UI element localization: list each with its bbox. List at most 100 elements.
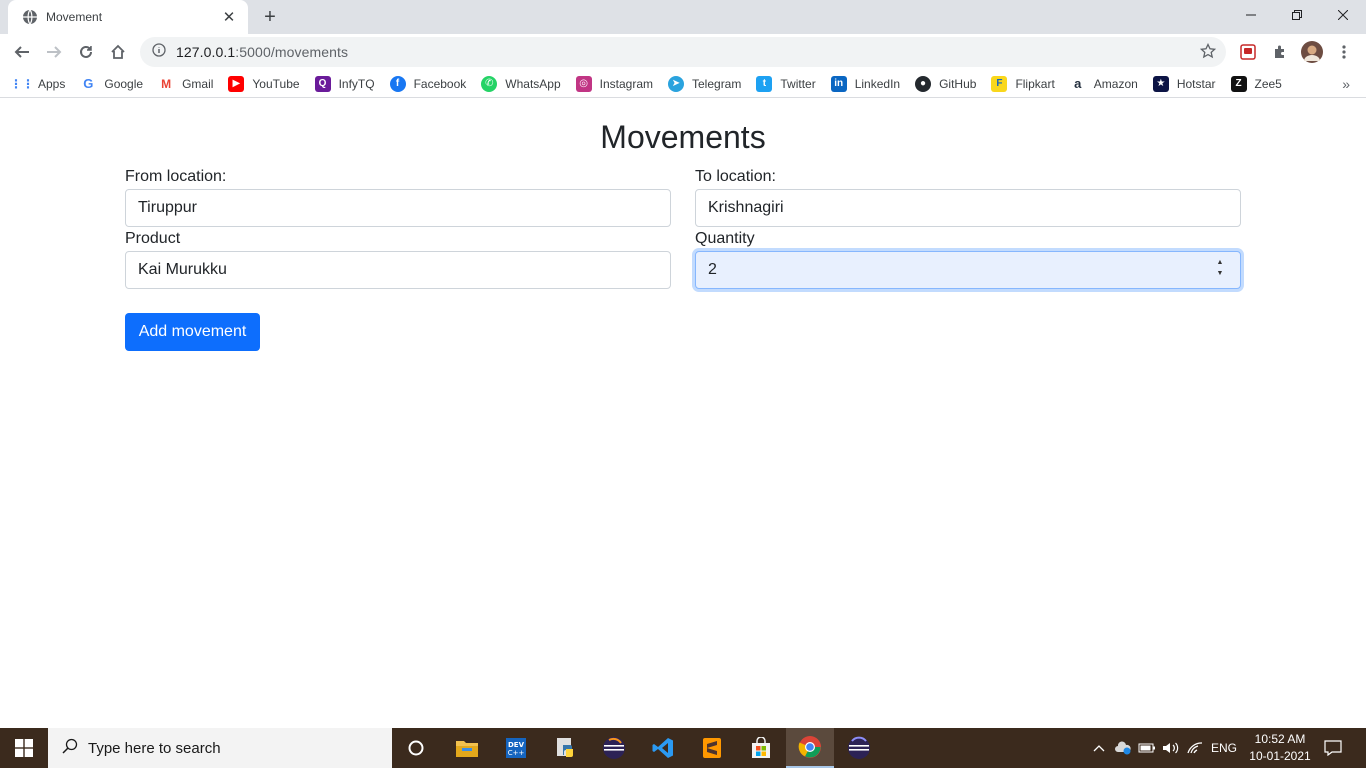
onedrive-sync-icon[interactable] (1112, 728, 1134, 768)
url-path: :5000/movements (235, 44, 349, 60)
menu-kebab-icon[interactable] (1332, 40, 1356, 64)
bookmark-label: Twitter (780, 76, 816, 91)
bookmark-google[interactable]: G Google (80, 76, 143, 92)
system-clock[interactable]: 10:52 AM 10-01-2021 (1240, 731, 1320, 765)
bookmarks-overflow-icon[interactable]: » (1342, 76, 1350, 92)
microsoft-store-icon[interactable] (737, 728, 785, 768)
home-icon[interactable] (104, 38, 132, 66)
bookmark-youtube[interactable]: ▶ YouTube (228, 75, 300, 92)
svg-text:C++: C++ (508, 749, 525, 757)
restore-button[interactable] (1274, 0, 1320, 30)
add-movement-button[interactable]: Add movement (125, 313, 260, 351)
bookmark-amazon[interactable]: a Amazon (1070, 76, 1138, 92)
pocket-extension-icon[interactable] (1236, 40, 1260, 64)
apps-grid-icon: ⋮⋮ (10, 76, 34, 91)
bookmark-label: Apps (38, 76, 66, 91)
bookmark-gmail[interactable]: M Gmail (158, 76, 213, 92)
python-idle-icon[interactable] (541, 728, 589, 768)
bookmark-label: LinkedIn (854, 76, 901, 91)
volume-icon[interactable] (1160, 728, 1182, 768)
tab-title: Movement (46, 10, 103, 24)
cortana-icon[interactable] (392, 728, 440, 768)
bookmark-label: Hotstar (1176, 76, 1216, 91)
bookmark-hotstar[interactable]: ★ Hotstar (1152, 75, 1216, 92)
instagram-icon: ◎ (575, 75, 592, 92)
windows-start-icon[interactable] (0, 728, 48, 768)
vscode-icon[interactable] (639, 728, 687, 768)
quantity-stepper[interactable]: ▲ ▼ (1215, 259, 1225, 277)
bookmark-flipkart[interactable]: F Flipkart (991, 75, 1055, 92)
globe-icon (22, 9, 38, 25)
wifi-icon[interactable] (1184, 728, 1206, 768)
bookmark-label: Facebook (413, 76, 467, 91)
infytq-icon: Q (314, 75, 331, 92)
clock-time: 10:52 AM (1254, 732, 1306, 746)
bookmark-label: GitHub (939, 76, 977, 91)
browser-tab[interactable]: Movement ✕ (8, 0, 248, 34)
bookmark-instagram[interactable]: ◎ Instagram (575, 75, 653, 92)
telegram-icon: ➤ (668, 75, 684, 92)
bookmark-github[interactable]: ● GitHub (915, 75, 977, 92)
whatsapp-icon: ✆ (481, 75, 498, 92)
from-location-label: From location: (125, 168, 227, 185)
github-icon: ● (915, 75, 932, 92)
spin-up-icon[interactable]: ▲ (1217, 259, 1224, 266)
bookmark-label: Google (104, 76, 144, 91)
to-location-group: To location: (695, 167, 1241, 227)
bookmark-label: Amazon (1093, 76, 1138, 91)
back-arrow-icon[interactable] (8, 38, 36, 66)
bookmark-facebook[interactable]: f Facebook (389, 75, 467, 92)
google-icon: G (83, 76, 94, 91)
bookmark-infytq[interactable]: Q InfyTQ (314, 75, 375, 92)
product-input[interactable] (125, 251, 671, 289)
page-title: Movements (600, 119, 766, 155)
forward-arrow-icon[interactable] (40, 38, 68, 66)
new-tab-button[interactable]: + (258, 6, 282, 28)
search-placeholder: Type here to search (88, 739, 221, 757)
hotstar-icon: ★ (1152, 75, 1169, 92)
from-location-input[interactable] (125, 189, 671, 227)
taskbar: Type here to search DEV C++ ENG 10:52 AM… (0, 728, 1366, 768)
file-explorer-icon[interactable] (443, 728, 491, 768)
bookmark-telegram[interactable]: ➤ Telegram (668, 75, 741, 92)
bookmark-twitter[interactable]: t Twitter (756, 75, 816, 92)
bookmark-linkedin[interactable]: in LinkedIn (830, 75, 901, 92)
bookmark-label: WhatsApp (505, 76, 561, 91)
bookmark-star-icon[interactable] (1199, 42, 1217, 64)
address-bar[interactable]: 127.0.0.1:5000/movements (140, 37, 1226, 67)
chevron-up-icon[interactable] (1090, 728, 1108, 768)
language-indicator[interactable]: ENG (1208, 728, 1240, 768)
from-location-group: From location: (125, 167, 671, 227)
bookmark-whatsapp[interactable]: ✆ WhatsApp (481, 75, 561, 92)
bookmark-zee5[interactable]: Z Zee5 (1230, 75, 1282, 92)
zee5-icon: Z (1230, 75, 1247, 92)
eclipse-icon[interactable] (590, 728, 638, 768)
minimize-button[interactable] (1228, 0, 1274, 30)
search-icon (62, 738, 78, 759)
product-label: Product (125, 230, 181, 247)
facebook-icon: f (389, 75, 406, 92)
chrome-icon[interactable] (786, 728, 834, 768)
notifications-icon[interactable] (1318, 728, 1348, 768)
battery-icon[interactable] (1136, 728, 1158, 768)
quantity-label: Quantity (695, 230, 755, 247)
profile-avatar[interactable] (1300, 40, 1324, 64)
close-window-button[interactable] (1320, 0, 1366, 30)
bookmark-apps[interactable]: ⋮⋮ Apps (10, 76, 66, 92)
bookmark-label: Flipkart (1015, 76, 1055, 91)
devcpp-icon[interactable]: DEV C++ (492, 728, 540, 768)
close-tab-icon[interactable]: ✕ (220, 8, 238, 26)
extensions-puzzle-icon[interactable] (1268, 40, 1292, 64)
taskbar-search[interactable]: Type here to search (48, 728, 392, 768)
sublime-text-icon[interactable] (688, 728, 736, 768)
page-content: Movements From location: To location: Pr… (0, 99, 1366, 728)
reload-icon[interactable] (72, 38, 100, 66)
bookmarks-bar: ⋮⋮ Apps G Google M Gmail ▶ YouTube Q InfyTQ f Faceb… (0, 70, 1366, 98)
spin-down-icon[interactable]: ▼ (1217, 270, 1224, 277)
youtube-icon: ▶ (228, 75, 245, 92)
bookmark-label: Zee5 (1254, 76, 1282, 91)
quantity-input[interactable] (695, 251, 1241, 289)
info-icon[interactable] (152, 42, 166, 62)
to-location-input[interactable] (695, 189, 1241, 227)
eclipse-ee-icon[interactable] (835, 728, 883, 768)
